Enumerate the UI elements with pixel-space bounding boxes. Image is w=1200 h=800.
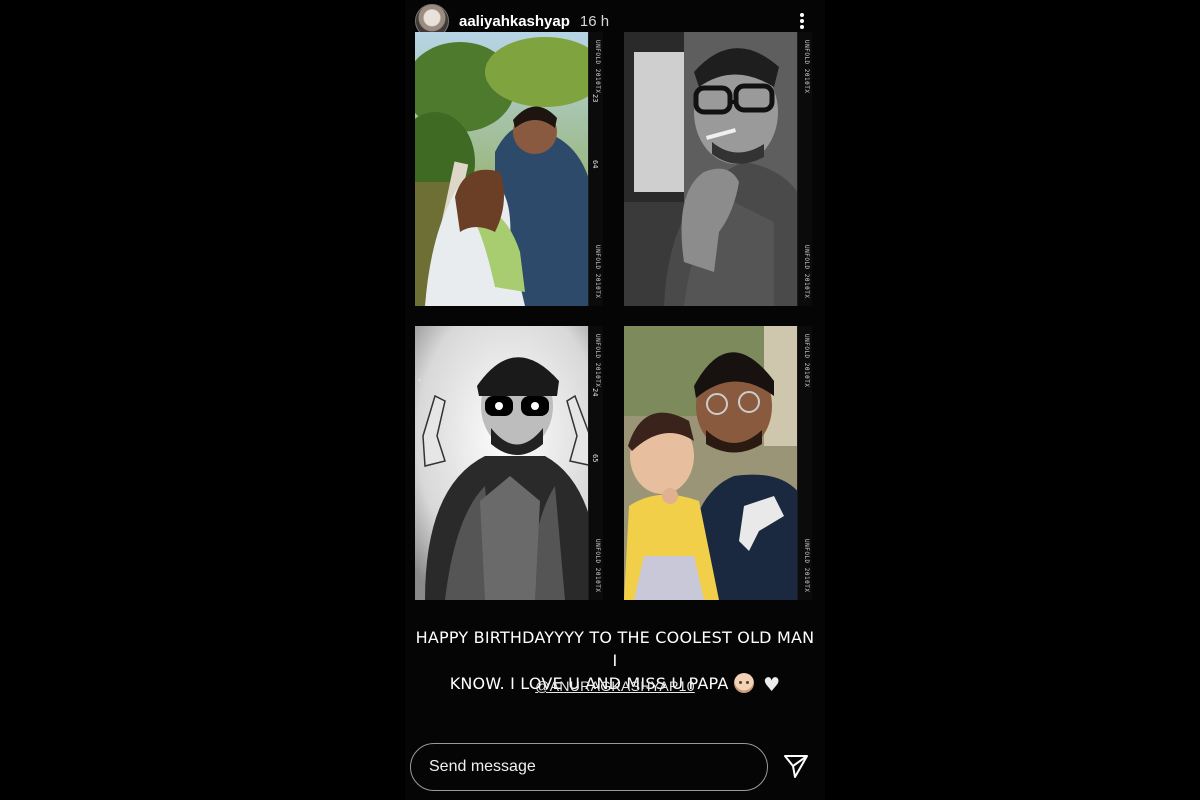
frame-number: 24 — [591, 388, 599, 397]
photo-hug-outdoors — [415, 32, 603, 306]
film-edge-label: UNFOLD 2010TX — [594, 538, 601, 592]
film-mark: ▲ — [416, 376, 423, 383]
film-edge: UNFOLD 2010TX UNFOLD 2010TX — [797, 326, 812, 600]
username[interactable]: aaliyahkashyap — [459, 13, 570, 30]
story-viewer: aaliyahkashyap 16 h UNFOLD 2010TX 23 64 … — [405, 0, 825, 800]
film-edge-label: UNFOLD 2010TX — [803, 538, 810, 592]
film-frame-3: ▲ UNFOLD 2010TX 24 65 UNFOLD 2010TX — [415, 326, 603, 600]
film-edge-label: UNFOLD 2010TX — [803, 40, 810, 94]
mention-link[interactable]: @ANURAGKASHYAP10 — [535, 678, 695, 694]
film-frame-2: UNFOLD 2010TX UNFOLD 2010TX — [624, 32, 812, 306]
film-edge-label: UNFOLD 2010TX — [594, 334, 601, 388]
post-time: 16 h — [579, 12, 610, 30]
film-frame-4: UNFOLD 2010TX UNFOLD 2010TX — [624, 326, 812, 600]
photo-father-toddler — [624, 326, 812, 600]
film-edge: UNFOLD 2010TX UNFOLD 2010TX — [797, 32, 812, 306]
message-composer — [410, 743, 768, 791]
send-message-input[interactable] — [427, 757, 751, 777]
photo-bw-portrait — [624, 32, 812, 306]
film-left-marks: ▲ — [415, 326, 425, 600]
film-edge: UNFOLD 2010TX 23 64 UNFOLD 2010TX — [588, 32, 603, 306]
send-icon[interactable] — [782, 752, 810, 780]
frame-number: 64 — [591, 160, 599, 169]
film-edge-label: UNFOLD 2010TX — [594, 40, 601, 94]
frame-number: 23 — [591, 94, 599, 103]
mention-sticker: @ANURAGKASHYAP10 — [413, 676, 817, 695]
caption-line: HAPPY BIRTHDAYYYY TO THE COOLEST OLD MAN… — [415, 628, 815, 670]
photo-collage: UNFOLD 2010TX 23 64 UNFOLD 2010TX UNFOLD… — [413, 30, 817, 610]
film-frame-1: UNFOLD 2010TX 23 64 UNFOLD 2010TX — [415, 32, 603, 306]
frame-number: 65 — [591, 454, 599, 463]
film-edge-label: UNFOLD 2010TX — [803, 244, 810, 298]
film-edge-label: UNFOLD 2010TX — [594, 244, 601, 298]
photo-bw-sunglasses — [415, 326, 603, 600]
film-edge: UNFOLD 2010TX 24 65 UNFOLD 2010TX — [588, 326, 603, 600]
film-edge-label: UNFOLD 2010TX — [803, 334, 810, 388]
